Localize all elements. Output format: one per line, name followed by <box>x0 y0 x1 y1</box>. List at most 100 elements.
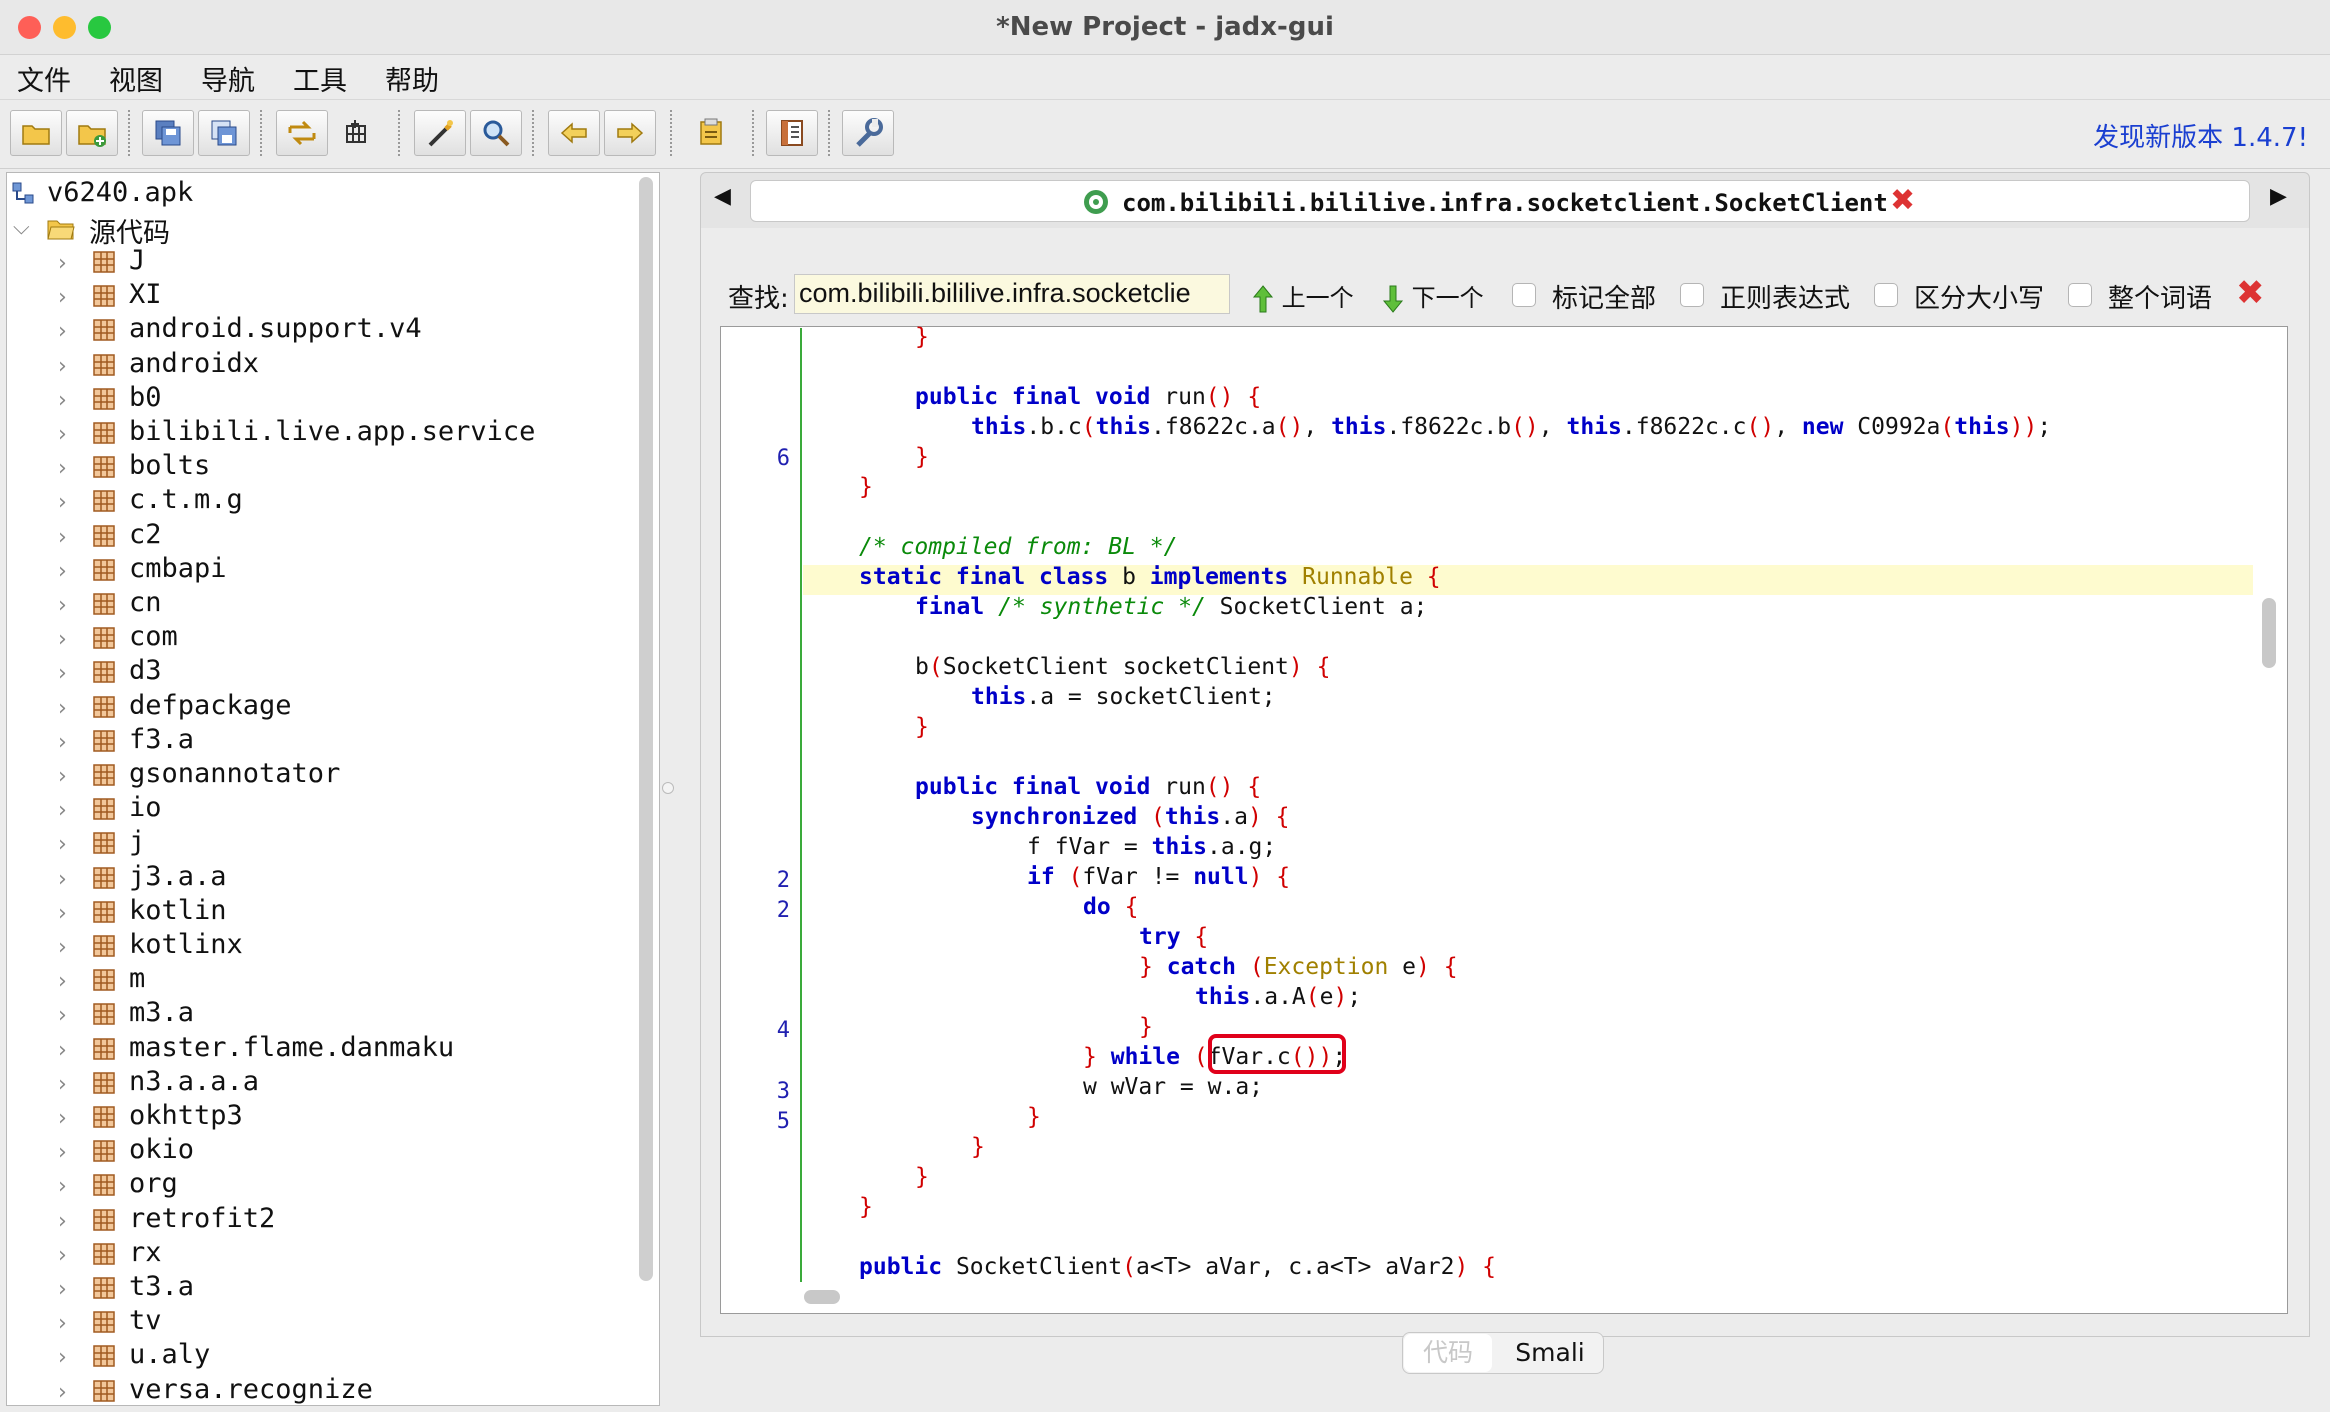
tree-package-item[interactable]: › f3.a <box>7 724 627 758</box>
new-version-link[interactable]: 发现新版本 1.4.7! <box>2093 117 2308 154</box>
forward-button[interactable] <box>604 110 656 156</box>
chevron-right-icon[interactable]: › <box>58 490 67 515</box>
chevron-right-icon[interactable]: › <box>58 1003 67 1028</box>
tree-package-item[interactable]: › t3.a <box>7 1271 627 1305</box>
chevron-right-icon[interactable]: › <box>58 661 67 686</box>
chevron-right-icon[interactable]: › <box>58 1038 67 1063</box>
chevron-right-icon[interactable]: › <box>58 1277 67 1302</box>
tree-package-item[interactable]: › m3.a <box>7 997 627 1031</box>
chevron-down-icon[interactable]: ⌵ <box>13 215 30 240</box>
save-all-button[interactable] <box>142 110 194 156</box>
code-vertical-scrollbar[interactable] <box>2262 598 2276 668</box>
code-horizontal-scrollbar[interactable] <box>804 1290 840 1304</box>
code-editor[interactable] <box>720 326 2288 1314</box>
tree-package-item[interactable]: › n3.a.a.a <box>7 1066 627 1100</box>
tree-package-item[interactable]: › d3 <box>7 655 627 689</box>
chevron-right-icon[interactable]: › <box>58 935 67 960</box>
chevron-right-icon[interactable]: › <box>58 1311 67 1336</box>
chevron-right-icon[interactable]: › <box>58 867 67 892</box>
tree-package-item[interactable]: › kotlin <box>7 895 627 929</box>
chevron-right-icon[interactable]: › <box>58 559 67 584</box>
tree-package-item[interactable]: › com <box>7 621 627 655</box>
tab-scroll-right-button[interactable]: ▶ <box>2270 184 2287 209</box>
smali-view-button[interactable]: Smali <box>1500 1334 1600 1372</box>
tree-package-item[interactable]: › gsonannotator <box>7 758 627 792</box>
close-search-icon[interactable]: ✖ <box>2236 276 2265 310</box>
chevron-right-icon[interactable]: › <box>58 456 67 481</box>
chevron-right-icon[interactable]: › <box>58 696 67 721</box>
tree-package-item[interactable]: › c2 <box>7 519 627 553</box>
tree-package-item[interactable]: › u.aly <box>7 1339 627 1373</box>
tab-scroll-left-button[interactable]: ◀ <box>714 184 731 209</box>
tree-package-item[interactable]: › io <box>7 792 627 826</box>
tree-scrollbar[interactable] <box>639 177 653 1281</box>
chevron-right-icon[interactable]: › <box>58 969 67 994</box>
menu-file[interactable]: 文件 <box>17 59 71 98</box>
divider-handle[interactable] <box>662 782 674 794</box>
tree-package-item[interactable]: › bolts <box>7 450 627 484</box>
tree-package-item[interactable]: › J <box>7 245 627 279</box>
tree-package-item[interactable]: › m <box>7 963 627 997</box>
tree-package-item[interactable]: › versa.recognize <box>7 1374 627 1405</box>
chevron-right-icon[interactable]: › <box>58 798 67 823</box>
chevron-right-icon[interactable]: › <box>58 901 67 926</box>
tree-package-item[interactable]: › c.t.m.g <box>7 484 627 518</box>
preferences-button[interactable] <box>842 110 894 156</box>
chevron-right-icon[interactable]: › <box>58 1345 67 1370</box>
tree-package-item[interactable]: › defpackage <box>7 690 627 724</box>
code-view-button[interactable]: 代码 <box>1404 1334 1492 1372</box>
tree-package-item[interactable]: › rx <box>7 1237 627 1271</box>
open-file-button[interactable] <box>10 110 62 156</box>
search-button[interactable] <box>470 110 522 156</box>
chevron-right-icon[interactable]: › <box>58 1140 67 1165</box>
chevron-right-icon[interactable]: › <box>58 354 67 379</box>
back-button[interactable] <box>548 110 600 156</box>
tree-package-item[interactable]: › kotlinx <box>7 929 627 963</box>
chevron-right-icon[interactable]: › <box>58 832 67 857</box>
decompile-button[interactable] <box>414 110 466 156</box>
case-sensitive-checkbox[interactable] <box>1874 283 1898 307</box>
tree-package-item[interactable]: › master.flame.danmaku <box>7 1032 627 1066</box>
tree-package-item[interactable]: › bilibili.live.app.service <box>7 416 627 450</box>
chevron-right-icon[interactable]: › <box>58 1106 67 1131</box>
chevron-right-icon[interactable]: › <box>58 1174 67 1199</box>
search-next-button[interactable]: 下一个 <box>1382 278 1484 314</box>
tree-source-folder[interactable]: ⌵ 源代码 <box>7 211 627 249</box>
tree-package-item[interactable]: › j3.a.a <box>7 861 627 895</box>
tree-package-item[interactable]: › retrofit2 <box>7 1203 627 1237</box>
chevron-right-icon[interactable]: › <box>58 1380 67 1405</box>
search-input[interactable]: com.bilibili.bililive.infra.socketclie <box>794 274 1230 314</box>
chevron-right-icon[interactable]: › <box>58 627 67 652</box>
chevron-right-icon[interactable]: › <box>58 1243 67 1268</box>
chevron-right-icon[interactable]: › <box>58 1072 67 1097</box>
chevron-right-icon[interactable]: › <box>58 251 67 276</box>
chevron-right-icon[interactable]: › <box>58 285 67 310</box>
chevron-right-icon[interactable]: › <box>58 764 67 789</box>
sync-button[interactable] <box>276 110 328 156</box>
chevron-right-icon[interactable]: › <box>58 422 67 447</box>
mark-all-checkbox[interactable] <box>1512 283 1536 307</box>
chevron-right-icon[interactable]: › <box>58 319 67 344</box>
tree-package-item[interactable]: › org <box>7 1168 627 1202</box>
tree-package-item[interactable]: › androidx <box>7 348 627 382</box>
add-files-button[interactable] <box>66 110 118 156</box>
log-button[interactable] <box>686 110 738 156</box>
chevron-right-icon[interactable]: › <box>58 593 67 618</box>
menu-view[interactable]: 视图 <box>109 59 163 98</box>
search-prev-button[interactable]: 上一个 <box>1252 278 1354 314</box>
menu-help[interactable]: 帮助 <box>385 59 439 98</box>
export-button[interactable] <box>198 110 250 156</box>
close-tab-icon[interactable]: ✖ <box>1890 186 1915 216</box>
menu-tools[interactable]: 工具 <box>293 59 347 98</box>
tree-package-item[interactable]: › cn <box>7 587 627 621</box>
whole-word-checkbox[interactable] <box>2068 283 2092 307</box>
tree-package-item[interactable]: › b0 <box>7 382 627 416</box>
tree-package-item[interactable]: › okhttp3 <box>7 1100 627 1134</box>
tree-package-item[interactable]: › XI <box>7 279 627 313</box>
tree-package-item[interactable]: › okio <box>7 1134 627 1168</box>
tree-package-item[interactable]: › j <box>7 826 627 860</box>
chevron-right-icon[interactable]: › <box>58 1209 67 1234</box>
tree-package-item[interactable]: › tv <box>7 1305 627 1339</box>
tree-root[interactable]: v6240.apk <box>7 177 627 211</box>
chevron-right-icon[interactable]: › <box>58 730 67 755</box>
